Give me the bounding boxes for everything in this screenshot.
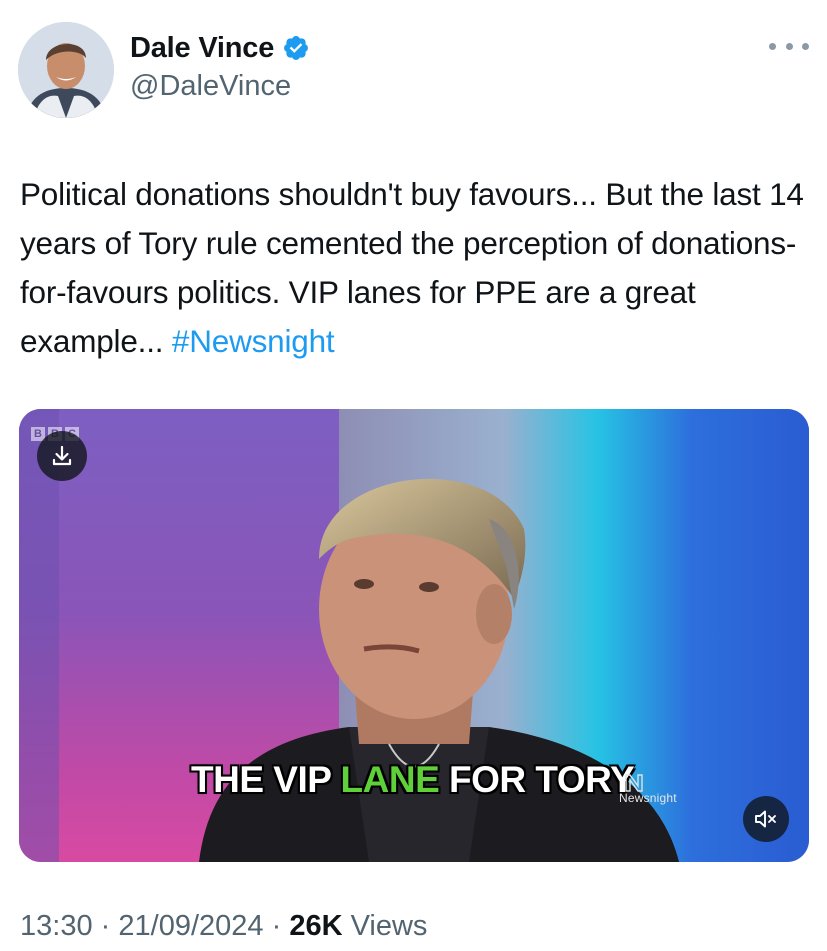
separator: ·: [100, 910, 111, 942]
caption-part: THE VIP: [191, 759, 341, 800]
dot: [802, 42, 809, 50]
author-name-row: Dale Vince: [130, 30, 310, 66]
views-label: Views: [350, 910, 428, 942]
more-options-icon[interactable]: [769, 36, 809, 56]
tweet-time[interactable]: 13:30: [20, 910, 93, 942]
tweet-date[interactable]: 21/09/2024: [118, 910, 263, 942]
author-handle[interactable]: @DaleVince: [130, 70, 291, 103]
avatar[interactable]: [18, 22, 114, 118]
tweet-metadata: 13:30 · 21/09/2024 · 26K Views: [20, 910, 427, 943]
avatar-photo: [18, 22, 114, 118]
tweet-text: Political donations shouldn't buy favour…: [20, 170, 810, 366]
views-count[interactable]: 26K: [289, 910, 342, 942]
tweet-body: Political donations shouldn't buy favour…: [20, 176, 804, 359]
download-icon: [52, 445, 72, 466]
caption-highlight: LANE: [340, 759, 440, 800]
video-caption: THE VIP LANE FOR TORY: [191, 759, 635, 801]
dot: [769, 42, 776, 50]
mute-button[interactable]: [743, 796, 789, 842]
download-button[interactable]: [37, 431, 87, 481]
verified-badge-icon: [282, 34, 310, 62]
dot: [785, 42, 793, 50]
newsnight-watermark: Newsnight: [619, 791, 677, 805]
video-player[interactable]: B B C THE VIP LANE FOR TORY Newsnight: [19, 409, 809, 862]
hashtag-link[interactable]: #Newsnight: [172, 323, 335, 359]
caption-part: FOR TORY: [439, 759, 635, 800]
display-name[interactable]: Dale Vince: [130, 32, 274, 65]
muted-speaker-icon: [755, 810, 776, 828]
separator: ·: [271, 910, 282, 942]
